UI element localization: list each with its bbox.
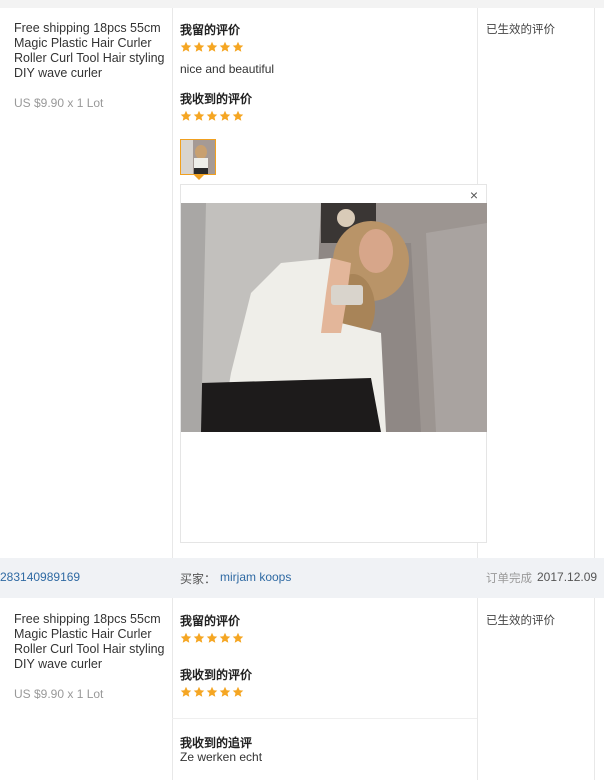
star-icon [206,686,218,697]
star-icon [219,686,231,697]
followup-heading: 我收到的追评 [180,736,253,750]
star-icon [206,632,218,643]
star-icon [206,110,218,121]
star-icon [180,632,192,643]
order-completed-label: 订单完成 [486,571,532,585]
star-icon [193,41,205,52]
review-photo-thumbnail[interactable] [180,139,216,175]
product-info: Free shipping 18pcs 55cm Magic Plastic H… [14,21,166,111]
star-icon [193,686,205,697]
product-title[interactable]: Free shipping 18pcs 55cm Magic Plastic H… [14,21,166,81]
buyer-name-link[interactable]: mirjam koops [220,570,291,584]
star-icon [232,110,244,121]
received-review-heading: 我收到的评价 [180,668,253,682]
my-rating-stars [180,632,244,644]
my-rating-stars [180,41,244,53]
star-icon [232,41,244,52]
star-icon [206,41,218,52]
star-icon [219,41,231,52]
star-icon [193,110,205,121]
star-icon [193,632,205,643]
star-icon [219,632,231,643]
product-info: Free shipping 18pcs 55cm Magic Plastic H… [14,612,166,702]
review-status: 已生效的评价 [486,613,555,627]
followup-text: Ze werken echt [180,750,263,764]
star-icon [219,110,231,121]
review-block-2: Free shipping 18pcs 55cm Magic Plastic H… [0,598,604,780]
received-rating-stars [180,686,244,698]
my-review-heading: 我留的评价 [180,614,241,628]
column-divider [594,598,595,780]
order-info-bar: 283140989169 买家： mirjam koops 订单完成 2017.… [0,558,604,598]
order-id-link[interactable]: 283140989169 [0,570,80,584]
close-icon[interactable]: × [470,187,478,203]
review-status: 已生效的评价 [486,22,555,36]
star-icon [232,632,244,643]
buyer-label: 买家： [180,572,217,586]
photo-image [181,203,487,432]
top-divider [0,0,604,8]
thumbnail-image [181,140,215,174]
star-icon [232,686,244,697]
review-photo[interactable] [181,203,487,432]
column-divider [172,598,173,780]
received-rating-stars [180,110,244,122]
star-icon [180,110,192,121]
product-title[interactable]: Free shipping 18pcs 55cm Magic Plastic H… [14,612,166,672]
row-separator [172,718,477,719]
column-divider [594,8,595,558]
my-review-heading: 我留的评价 [180,23,241,37]
product-price: US $9.90 x 1 Lot [14,687,104,701]
my-review-text: nice and beautiful [180,62,275,76]
received-review-heading: 我收到的评价 [180,92,253,106]
photo-viewer: × [180,184,487,543]
thumbnail-pointer [194,175,204,180]
column-divider [172,8,173,558]
column-divider [477,598,478,780]
product-price: US $9.90 x 1 Lot [14,96,104,110]
order-completed-date: 2017.12.09 [537,570,598,584]
star-icon [180,686,192,697]
star-icon [180,41,192,52]
